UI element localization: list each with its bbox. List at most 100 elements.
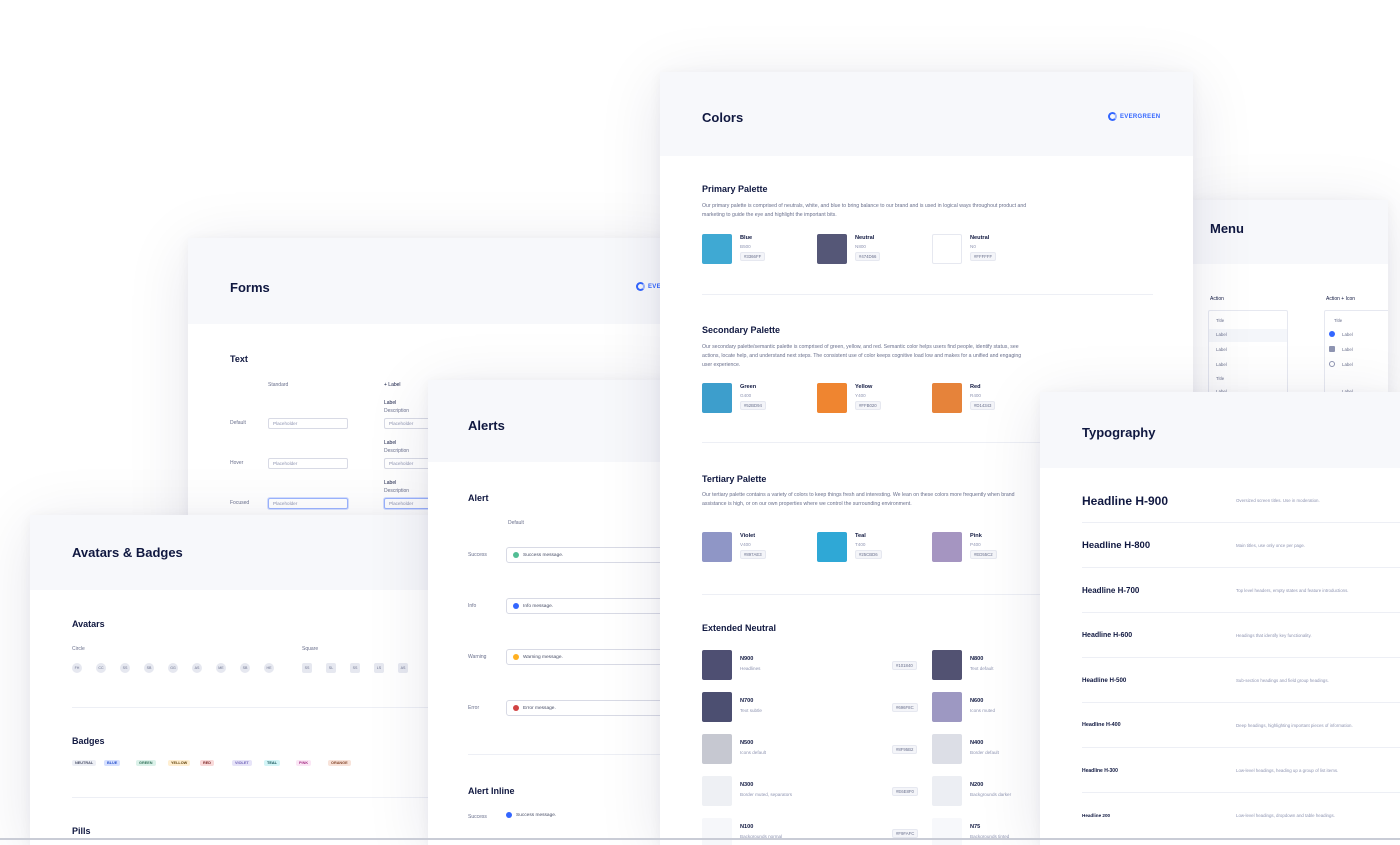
- swatch-hex: #3366FF: [740, 252, 766, 261]
- swatch-name: N400: [970, 740, 984, 746]
- color-swatch: [702, 692, 732, 722]
- headline-description: Main titles, use only once per page.: [1236, 543, 1306, 548]
- swatch-token: N800: [855, 244, 866, 249]
- swatch-name: Yellow: [855, 384, 873, 390]
- alerts-divider: [468, 754, 690, 755]
- colors-brand: EVERGREEN: [1108, 112, 1160, 121]
- swatch-token: Icons muted: [970, 708, 996, 713]
- bottom-edge-line: [0, 838, 1400, 840]
- status-badge: ORANGE: [328, 760, 351, 766]
- menu-panel: Menu Action Action + Icon Title Label La…: [1178, 200, 1388, 395]
- color-swatch: [702, 650, 732, 680]
- error-icon: [513, 705, 519, 711]
- text-input[interactable]: Placeholder: [268, 498, 348, 509]
- menu-action-item: Title: [1216, 318, 1225, 323]
- forms-title: Forms: [230, 280, 270, 295]
- swatch-token: Backgrounds darker: [970, 792, 1012, 797]
- alert-inline-section: Alert Inline: [468, 786, 515, 796]
- swatch-token: Text default: [970, 666, 994, 671]
- alerts-col-default: Default: [508, 520, 524, 526]
- info-icon: [506, 812, 512, 818]
- color-swatch: [932, 383, 962, 413]
- field-label: Label: [384, 400, 397, 406]
- headline-sample: Headline H-300: [1082, 767, 1118, 774]
- success-icon: [513, 552, 519, 558]
- avatar-circle: AS: [192, 663, 202, 673]
- headline-sample: Headline H-600: [1082, 631, 1133, 639]
- refresh-icon: [1329, 361, 1335, 367]
- forms-row-label: Default: [230, 420, 246, 426]
- menu-action-item[interactable]: Label: [1216, 332, 1227, 337]
- alert-inline: Success message.: [506, 812, 556, 818]
- menu-icon-item[interactable]: Label: [1342, 362, 1353, 367]
- swatch-name: Neutral: [970, 235, 990, 241]
- chat-icon: [1329, 331, 1335, 337]
- color-swatch: [702, 734, 732, 764]
- menu-icon-item: Title: [1334, 318, 1343, 323]
- menu-action-item[interactable]: Label: [1216, 362, 1227, 367]
- status-badge: PINK: [296, 760, 312, 766]
- menu-action-item[interactable]: Label: [1216, 347, 1227, 352]
- swatch-name: Violet: [740, 533, 756, 539]
- alerts-section: Alert: [468, 493, 489, 503]
- swatch-hex: #D14343: [970, 401, 996, 410]
- swatch-token: Y400: [855, 393, 866, 398]
- typography-title: Typography: [1082, 425, 1156, 440]
- field-description: Description: [384, 408, 410, 414]
- alerts-title: Alerts: [468, 418, 505, 433]
- avatar-circle: HE: [264, 663, 274, 673]
- forms-col-standard: Standard: [268, 382, 289, 388]
- avatars-section: Avatars: [72, 619, 105, 629]
- avatar-circle: SS: [120, 663, 130, 673]
- alert-message: Error message.: [523, 705, 556, 711]
- menu-icon-item[interactable]: Label: [1342, 347, 1353, 352]
- headline-description: Low-level headings, dropdown and table h…: [1236, 813, 1335, 818]
- swatch-token: B500: [740, 244, 751, 249]
- avatar-square: LS: [374, 663, 384, 673]
- menu-icon-item[interactable]: Label: [1342, 332, 1353, 337]
- swatch-hex: #ED55C2: [970, 550, 997, 559]
- color-swatch: [932, 234, 962, 264]
- status-badge: RED: [200, 760, 215, 766]
- swatch-name: Teal: [855, 533, 866, 539]
- swatch-name: N300: [740, 782, 754, 788]
- swatch-token: Icons default: [740, 750, 767, 755]
- field-description: Description: [384, 448, 410, 454]
- headline-description: Low-level headings, heading up a group o…: [1236, 768, 1339, 773]
- swatch-hex: #696F8C: [892, 703, 918, 712]
- primary-divider: [702, 294, 1153, 295]
- avatars-badges-panel: Avatars & Badges Avatars Circle Square F…: [30, 515, 450, 845]
- typography-divider: [1082, 612, 1400, 613]
- swatch-hex: #FFB020: [855, 401, 881, 410]
- swatch-hex: #FFFFFF: [970, 252, 997, 261]
- field-label: Label: [384, 480, 397, 486]
- badges-section: Badges: [72, 736, 105, 746]
- swatch-hex: #101840: [892, 661, 917, 670]
- alert-row-label: Warning: [468, 654, 487, 660]
- warning-icon: [513, 654, 519, 660]
- primary-palette-description: Our primary palette is comprised of neut…: [702, 203, 1027, 218]
- avatar-circle: SB: [240, 663, 250, 673]
- status-badge: GREEN: [136, 760, 156, 766]
- alert-message: Info message.: [523, 603, 554, 609]
- typography-divider: [1082, 567, 1400, 568]
- color-swatch: [932, 692, 962, 722]
- text-input[interactable]: Placeholder: [268, 418, 348, 429]
- color-swatch: [702, 532, 732, 562]
- forms-row-label: Hover: [230, 460, 244, 466]
- swatch-token: Border default: [970, 750, 999, 755]
- headline-description: Deep headings, highlighting important pi…: [1236, 723, 1353, 728]
- swatch-hex: #F9FAFC: [892, 829, 919, 838]
- color-swatch: [932, 818, 962, 845]
- swatch-token: R400: [970, 393, 981, 398]
- typography-divider: [1082, 522, 1400, 523]
- info-icon: [513, 603, 519, 609]
- text-input[interactable]: Placeholder: [268, 458, 348, 469]
- avatar-circle: GG: [168, 663, 178, 673]
- color-swatch: [932, 776, 962, 806]
- evergreen-logo-icon: [636, 282, 645, 291]
- avatars-circle-label: Circle: [72, 646, 85, 652]
- swatch-name: N900: [740, 656, 754, 662]
- avatar-circle: CC: [96, 663, 106, 673]
- avatar-square: SL: [326, 663, 336, 673]
